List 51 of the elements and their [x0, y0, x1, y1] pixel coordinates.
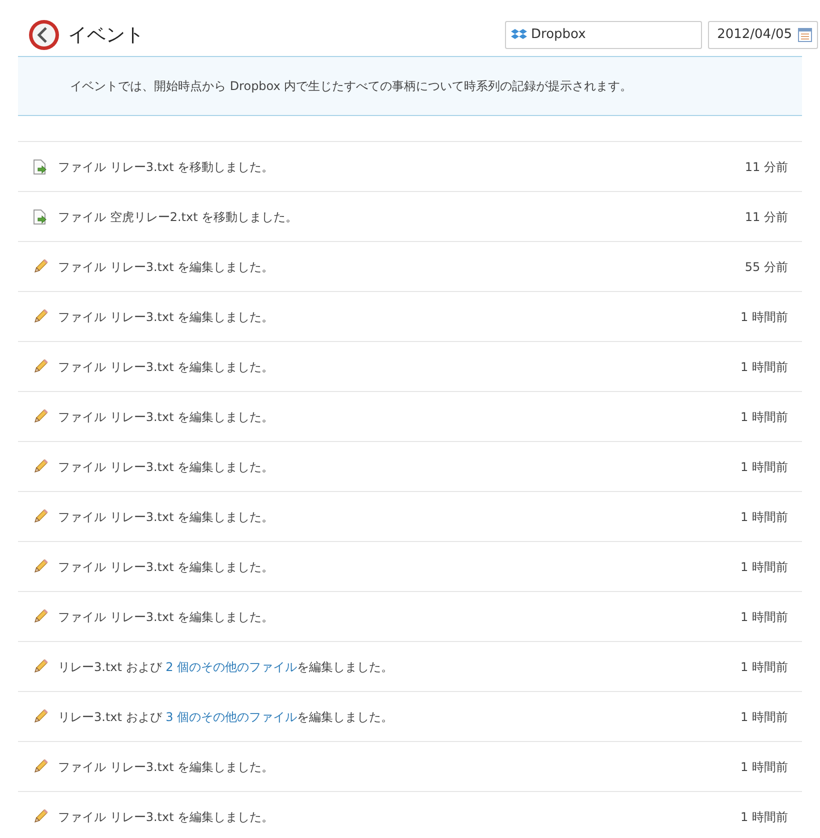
event-time: 11 分前 — [744, 208, 788, 226]
event-text: ファイル リレー3.txt を編集しました。 — [58, 608, 275, 626]
folder-selector[interactable]: Dropbox — [505, 21, 702, 49]
pencil-icon — [32, 458, 48, 474]
file-arrow-icon — [32, 158, 48, 174]
event-text: ファイル リレー3.txt を移動しました。 — [58, 158, 275, 176]
back-button[interactable] — [28, 19, 60, 51]
box-icon — [511, 28, 527, 42]
pencil-icon — [32, 758, 48, 774]
event-time: 1 時間前 — [740, 308, 788, 326]
pencil-icon — [32, 608, 48, 624]
event-time: 1 時間前 — [740, 358, 788, 376]
pencil-icon — [32, 408, 48, 424]
event-time: 1 時間前 — [740, 458, 788, 476]
event-time: 1 時間前 — [740, 508, 788, 526]
event-text: リレー3.txt および 2 個のその他のファイルを編集しました。 — [58, 658, 394, 676]
event-text: ファイル リレー3.txt を編集しました。 — [58, 308, 275, 326]
event-time: 1 時間前 — [740, 558, 788, 576]
event-text: ファイル リレー3.txt を編集しました。 — [58, 458, 275, 476]
pencil-icon — [32, 658, 48, 674]
pencil-icon — [32, 808, 48, 824]
event-time: 1 時間前 — [740, 658, 788, 676]
event-time: 55 分前 — [744, 258, 788, 276]
event-text: ファイル リレー3.txt を編集しました。 — [58, 358, 275, 376]
pencil-icon — [32, 508, 48, 524]
pencil-icon — [32, 708, 48, 724]
event-text: ファイル リレー3.txt を編集しました。 — [58, 408, 275, 426]
event-time: 1 時間前 — [740, 808, 788, 826]
info-banner: イベントでは、開始時点から Dropbox 内で生じたすべての事柄について時系列の記録が提示されます。 — [18, 56, 802, 116]
event-text: ファイル リレー3.txt を編集しました。 — [58, 558, 275, 576]
event-time: 1 時間前 — [740, 708, 788, 726]
event-time: 11 分前 — [744, 158, 788, 176]
page-title: イベント — [68, 22, 144, 48]
event-time: 1 時間前 — [740, 408, 788, 426]
event-text: リレー3.txt および 3 個のその他のファイルを編集しました。 — [58, 708, 394, 726]
files-link[interactable]: 2 個のその他のファイル — [166, 660, 298, 674]
event-time: 1 時間前 — [740, 608, 788, 626]
pencil-icon — [32, 358, 48, 374]
files-link[interactable]: 3 個のその他のファイル — [166, 710, 298, 724]
event-text: ファイル 空虎リレー2.txt を移動しました。 — [58, 208, 299, 226]
event-text: ファイル リレー3.txt を編集しました。 — [58, 258, 275, 276]
event-text: ファイル リレー3.txt を編集しました。 — [58, 758, 275, 776]
calendar-icon — [798, 28, 812, 42]
file-arrow-icon — [32, 208, 48, 224]
event-text: ファイル リレー3.txt を編集しました。 — [58, 508, 275, 526]
date-field[interactable]: 2012/04/05 — [708, 21, 818, 49]
pencil-icon — [32, 558, 48, 574]
pencil-icon — [32, 258, 48, 274]
event-text: ファイル リレー3.txt を編集しました。 — [58, 808, 275, 826]
event-time: 1 時間前 — [740, 758, 788, 776]
pencil-icon — [32, 308, 48, 324]
